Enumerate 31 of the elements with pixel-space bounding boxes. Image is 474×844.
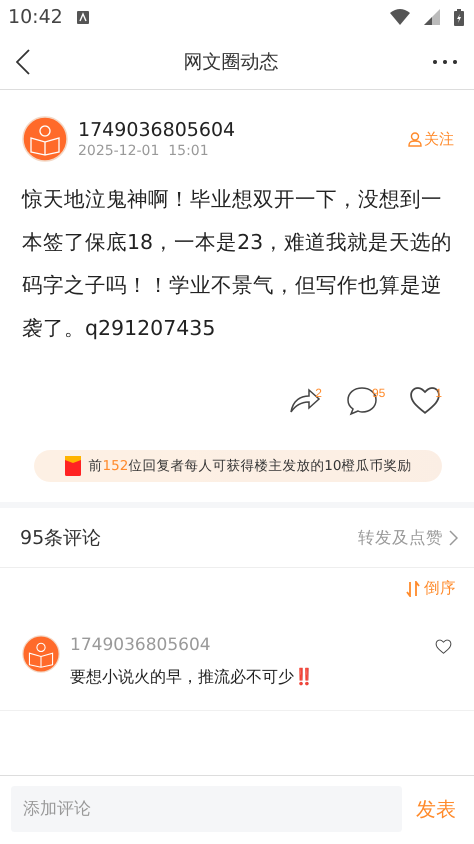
sort-button[interactable]: 倒序 (406, 578, 456, 599)
sort-icon (406, 580, 420, 596)
status-time: 10:42 (8, 6, 63, 28)
comment-like-button[interactable] (435, 639, 452, 654)
avatar (22, 116, 68, 162)
post-text: 惊天地泣鬼神啊！毕业想双开一下，没想到一本签了保底18，一本是23，难道我就是天选的码字之子吗！！学业不景气，但写作也算是逆袭了。q291207435 (22, 186, 454, 342)
reposts-likes-link[interactable]: 转发及点赞 (358, 526, 458, 548)
send-button[interactable]: 发表 (416, 796, 456, 822)
heart-icon (409, 386, 442, 415)
comment-text: 要想小说火的早，推流必不可少‼ (70, 667, 315, 688)
share-button[interactable]: 2 (289, 386, 322, 422)
signal-icon (424, 9, 440, 25)
commenter-name: 1749036805604 (70, 635, 212, 655)
envelope-icon (64, 456, 81, 476)
follow-button[interactable]: 关注 (408, 130, 454, 148)
heart-icon (435, 639, 452, 654)
comments-count: 95条评论 (20, 526, 102, 550)
comment-input[interactable]: 添加评论 (11, 786, 402, 832)
back-button[interactable] (16, 48, 30, 74)
battery-icon (454, 8, 464, 26)
more-button[interactable] (432, 58, 458, 64)
reward-text: 前152位回复者每人可获得楼主发放的10橙瓜币奖励 (88, 457, 412, 475)
post-time: 2025-12-01 15:01 (78, 143, 210, 159)
page-title: 网文圈动态 (184, 50, 278, 74)
share-arrow-icon (289, 386, 322, 414)
chevron-right-icon (449, 530, 458, 546)
wifi-icon (390, 9, 410, 25)
person-icon (408, 132, 422, 146)
author-name: 1749036805604 (78, 119, 236, 141)
avatar (22, 635, 60, 673)
keyboard-indicator-icon (76, 10, 89, 24)
